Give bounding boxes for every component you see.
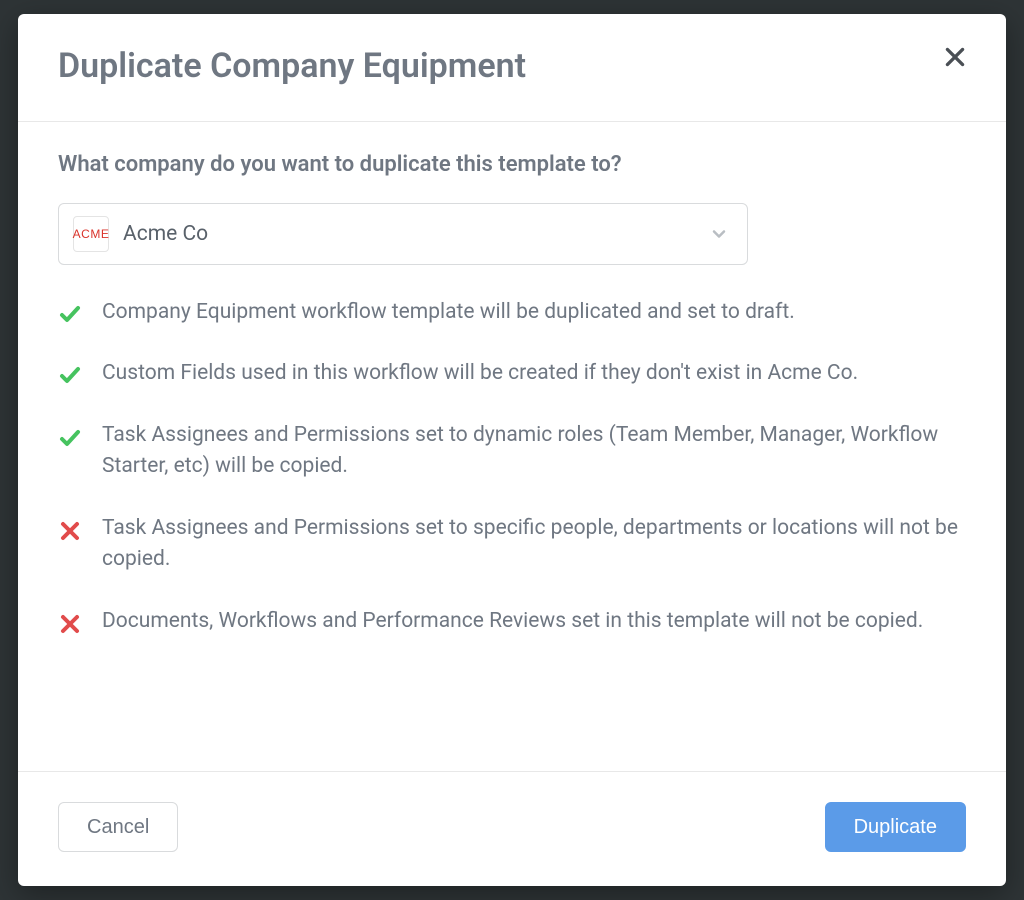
notes-list: Company Equipment workflow template will…	[58, 297, 966, 638]
cross-icon	[58, 519, 82, 543]
company-select[interactable]: ACME Acme Co	[58, 203, 748, 265]
note-text: Company Equipment workflow template will…	[102, 297, 795, 329]
check-icon	[58, 302, 82, 326]
note-item: Company Equipment workflow template will…	[58, 297, 966, 329]
check-icon	[58, 363, 82, 387]
note-text: Task Assignees and Permissions set to sp…	[102, 513, 966, 576]
chevron-down-icon	[709, 224, 729, 244]
note-text: Task Assignees and Permissions set to dy…	[102, 420, 966, 483]
prompt-text: What company do you want to duplicate th…	[58, 152, 966, 177]
note-text: Custom Fields used in this workflow will…	[102, 358, 858, 390]
cancel-button[interactable]: Cancel	[58, 802, 178, 852]
duplicate-template-modal: Duplicate Company Equipment What company…	[18, 14, 1006, 886]
duplicate-button[interactable]: Duplicate	[825, 802, 966, 852]
note-text: Documents, Workflows and Performance Rev…	[102, 606, 923, 638]
note-item: Documents, Workflows and Performance Rev…	[58, 606, 966, 638]
modal-footer: Cancel Duplicate	[18, 771, 1006, 886]
check-icon	[58, 426, 82, 450]
modal-body: What company do you want to duplicate th…	[18, 122, 1006, 771]
modal-header: Duplicate Company Equipment	[18, 14, 1006, 122]
note-item: Custom Fields used in this workflow will…	[58, 358, 966, 390]
modal-title: Duplicate Company Equipment	[58, 46, 526, 87]
cross-icon	[58, 612, 82, 636]
company-logo: ACME	[73, 216, 109, 252]
close-icon	[942, 44, 968, 70]
note-item: Task Assignees and Permissions set to dy…	[58, 420, 966, 483]
close-button[interactable]	[938, 40, 972, 74]
note-item: Task Assignees and Permissions set to sp…	[58, 513, 966, 576]
company-name: Acme Co	[123, 222, 695, 246]
